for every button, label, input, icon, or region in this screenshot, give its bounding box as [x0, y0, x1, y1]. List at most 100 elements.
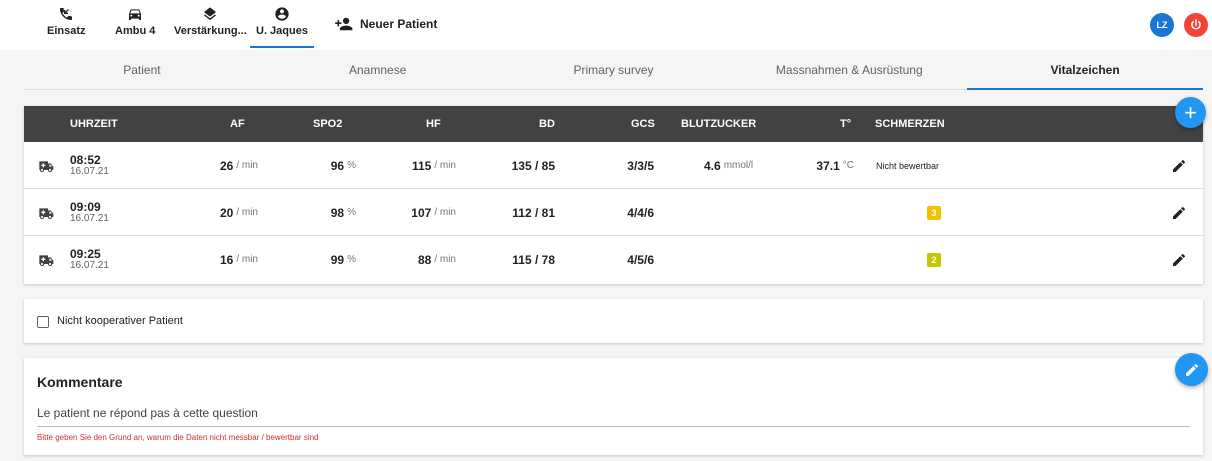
nav-patient-u-jaques[interactable]: U. Jaques: [250, 6, 314, 48]
edit-row-button[interactable]: [1171, 142, 1187, 189]
bd-value: 135 / 85: [511, 158, 555, 173]
non-cooperative-label: Nicht kooperativer Patient: [57, 315, 183, 327]
nav-verstaerkung[interactable]: Verstärkung...: [174, 6, 247, 48]
nav-label: Einsatz: [47, 25, 86, 37]
edit-row-button[interactable]: [1171, 236, 1187, 283]
bd-cell: 112 / 81: [484, 189, 555, 236]
ambulance-icon: [38, 236, 54, 283]
bd-value: 112 / 81: [512, 205, 555, 220]
comment-text[interactable]: Le patient ne répond pas à cette questio…: [37, 406, 258, 420]
header-bd: BD: [539, 118, 555, 130]
nav-label: U. Jaques: [256, 25, 308, 37]
logout-button[interactable]: [1184, 13, 1208, 37]
new-patient-button[interactable]: Neuer Patient: [332, 16, 437, 32]
spo2-cell: 98%: [294, 189, 356, 236]
ambulance-icon: [38, 189, 54, 236]
bz-cell: 4.6 mmol/l: [704, 142, 753, 189]
bz-value: 4.6: [704, 158, 721, 173]
pencil-icon: [1173, 253, 1186, 266]
hf-cell: 107/ min: [384, 189, 456, 236]
comment-error-message: Bitte geben Sie den Grund an, warum die …: [37, 433, 319, 442]
table-row: 09:25 16.07.21 16/ min 99% 88/ min 115 /…: [24, 236, 1203, 283]
pencil-icon: [1173, 159, 1186, 172]
spo2-unit: %: [347, 254, 356, 265]
date-value: 16.07.21: [70, 213, 109, 224]
af-unit: / min: [236, 160, 258, 171]
hf-unit: / min: [434, 160, 456, 171]
comments-title: Kommentare: [37, 374, 123, 390]
af-value: 16: [219, 252, 234, 267]
gcs-value: 4/5/6: [627, 252, 654, 267]
header-af: AF: [230, 118, 245, 130]
header-hf: HF: [426, 118, 441, 130]
spo2-value: 96: [330, 158, 345, 173]
account-circle-icon: [275, 7, 289, 21]
header-spo2: SPO2: [313, 118, 343, 130]
pain-cell: 2: [927, 236, 941, 283]
nav-ambu[interactable]: Ambu 4: [115, 6, 155, 48]
edit-comments-button[interactable]: [1175, 353, 1208, 386]
edit-row-button[interactable]: [1171, 189, 1187, 236]
af-value: 20: [219, 205, 234, 220]
pencil-icon: [1173, 206, 1186, 219]
tab-massnahmen[interactable]: Massnahmen & Ausrüstung: [731, 50, 967, 89]
table-header: UHRZEIT AF SPO2 HF BD GCS BLUTZUCKER T° …: [24, 106, 1203, 142]
af-cell: 20/ min: [184, 189, 258, 236]
af-unit: / min: [236, 254, 258, 265]
user-avatar[interactable]: LZ: [1150, 13, 1174, 37]
af-value: 26: [219, 158, 234, 173]
cooperation-card: Nicht kooperativer Patient: [24, 299, 1203, 343]
comments-card: Kommentare Le patient ne répond pas à ce…: [24, 358, 1203, 455]
top-navigation: Einsatz Ambu 4 Verstärkung... U. Jaques …: [0, 0, 1212, 50]
tab-vitalzeichen[interactable]: Vitalzeichen: [967, 50, 1203, 90]
spo2-cell: 99%: [294, 236, 356, 283]
af-cell: 26/ min: [184, 142, 258, 189]
gcs-cell: 4/5/6: [594, 236, 654, 283]
header-gcs: GCS: [631, 118, 655, 130]
comment-underline: [37, 426, 1190, 427]
section-tabs: Patient Anamnese Primary survey Massnahm…: [24, 50, 1203, 90]
gcs-value: 4/4/6: [627, 205, 654, 220]
add-person-icon: [335, 17, 353, 31]
power-icon: [1191, 18, 1201, 30]
gcs-value: 3/3/5: [627, 158, 654, 173]
time-value: 09:09: [70, 200, 101, 214]
time-value: 09:25: [70, 247, 101, 261]
hf-value: 115: [411, 158, 432, 173]
ambulance-icon: [38, 142, 54, 189]
hf-value: 88: [417, 252, 432, 267]
spo2-value: 99: [330, 252, 345, 267]
hf-unit: / min: [434, 207, 456, 218]
spo2-value: 98: [330, 205, 345, 220]
nav-label: Verstärkung...: [174, 25, 247, 37]
new-patient-label: Neuer Patient: [360, 17, 438, 31]
gcs-cell: 4/4/6: [594, 189, 654, 236]
hf-cell: 115/ min: [384, 142, 456, 189]
hf-cell: 88/ min: [384, 236, 456, 283]
pain-cell: Nicht bewertbar: [876, 142, 939, 189]
tab-primary-survey[interactable]: Primary survey: [496, 50, 732, 89]
time-cell: 09:09 16.07.21: [70, 189, 109, 236]
bd-cell: 135 / 85: [484, 142, 555, 189]
layers-icon: [204, 7, 217, 21]
temp-unit: °C: [842, 160, 854, 171]
gcs-cell: 3/3/5: [594, 142, 654, 189]
car-icon: [129, 9, 142, 20]
non-cooperative-checkbox[interactable]: [37, 316, 49, 328]
spo2-cell: 96%: [294, 142, 356, 189]
spo2-unit: %: [347, 160, 356, 171]
header-temperature: T°: [840, 118, 852, 130]
header-time: UHRZEIT: [70, 118, 118, 130]
pain-score-badge: 3: [927, 205, 941, 220]
pencil-icon: [1185, 363, 1198, 376]
add-vitals-button[interactable]: +: [1175, 97, 1206, 128]
hf-value: 107: [411, 205, 432, 220]
table-row: 08:52 16.07.21 26/ min 96% 115/ min 135 …: [24, 142, 1203, 189]
hf-unit: / min: [434, 254, 456, 265]
af-cell: 16/ min: [184, 236, 258, 283]
nav-einsatz[interactable]: Einsatz: [47, 6, 86, 48]
tab-anamnese[interactable]: Anamnese: [260, 50, 496, 89]
nav-label: Ambu 4: [115, 25, 156, 37]
vitals-table: UHRZEIT AF SPO2 HF BD GCS BLUTZUCKER T° …: [24, 106, 1203, 284]
tab-patient[interactable]: Patient: [24, 50, 260, 89]
